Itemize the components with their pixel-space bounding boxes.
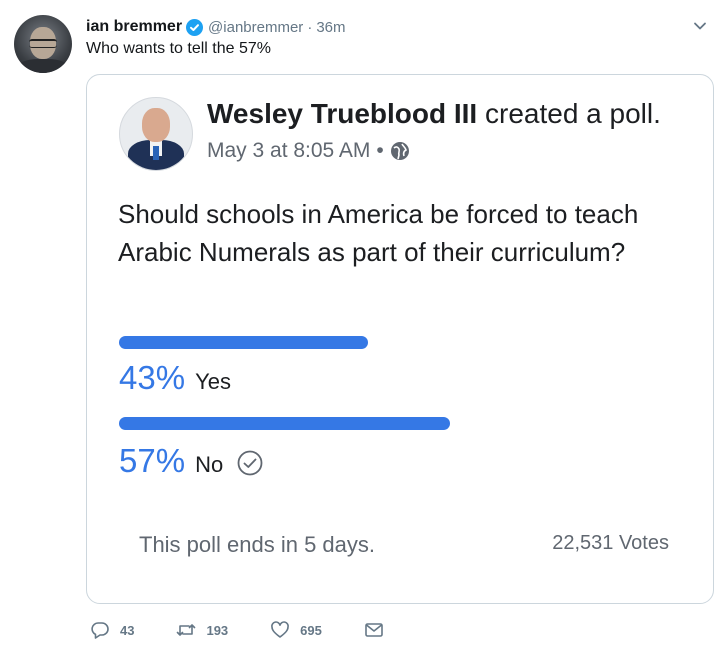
tweet-timestamp[interactable]: 36m xyxy=(316,19,345,36)
poll-bar-yes xyxy=(119,336,368,349)
poll-percent-no: 57% xyxy=(119,442,186,479)
poll-screenshot-card[interactable]: Wesley Trueblood III created a poll. May… xyxy=(86,74,714,604)
like-count: 695 xyxy=(300,622,322,638)
poll-percent-yes: 43% xyxy=(119,359,186,396)
poll-meta-separator: • xyxy=(376,139,384,162)
poll-date: May 3 at 8:05 AM xyxy=(207,139,371,162)
tweet: ian bremmer @ianbremmer · 36m Who wants … xyxy=(0,0,725,655)
display-name[interactable]: ian bremmer xyxy=(86,18,182,36)
poll-label-yes: Yes xyxy=(195,369,231,394)
verified-badge-icon xyxy=(186,18,204,36)
check-circle-icon xyxy=(237,450,263,476)
chevron-down-icon[interactable] xyxy=(693,19,707,33)
poll-option-yes: 43% Yes xyxy=(119,359,231,397)
user-handle[interactable]: @ianbremmer xyxy=(208,19,303,36)
reply-count: 43 xyxy=(120,622,135,638)
tweet-actions: 43 193 695 xyxy=(90,620,426,640)
poll-author-line: Wesley Trueblood III created a poll. xyxy=(207,98,661,130)
like-icon xyxy=(271,621,290,638)
tweet-text: Who wants to tell the 57% xyxy=(86,40,271,57)
poll-meta: May 3 at 8:05 AM • xyxy=(207,139,410,163)
poll-author-action: created a poll. xyxy=(477,98,661,129)
header-separator: · xyxy=(307,18,313,36)
poll-votes-count: 22,531 Votes xyxy=(552,532,669,554)
poll-option-no: 57% No xyxy=(119,442,263,480)
poll-question: Should schools in America be forced to t… xyxy=(118,199,639,267)
like-button[interactable]: 695 xyxy=(270,620,322,640)
retweet-count: 193 xyxy=(206,622,229,638)
retweet-button[interactable]: 193 xyxy=(176,620,228,640)
poll-author-avatar xyxy=(119,97,193,171)
retweet-icon xyxy=(177,624,196,636)
globe-icon xyxy=(390,142,409,160)
direct-message-button[interactable] xyxy=(364,620,384,640)
reply-icon xyxy=(91,622,109,639)
poll-bar-no xyxy=(119,417,450,430)
tweet-header: ian bremmer @ianbremmer · 36m xyxy=(86,17,346,37)
poll-ends-text: This poll ends in 5 days. xyxy=(139,532,376,557)
poll-label-no: No xyxy=(195,452,224,477)
direct-message-icon xyxy=(365,623,383,637)
reply-button[interactable]: 43 xyxy=(90,620,134,640)
user-avatar[interactable] xyxy=(14,15,72,73)
poll-author-name: Wesley Trueblood III xyxy=(207,98,478,129)
